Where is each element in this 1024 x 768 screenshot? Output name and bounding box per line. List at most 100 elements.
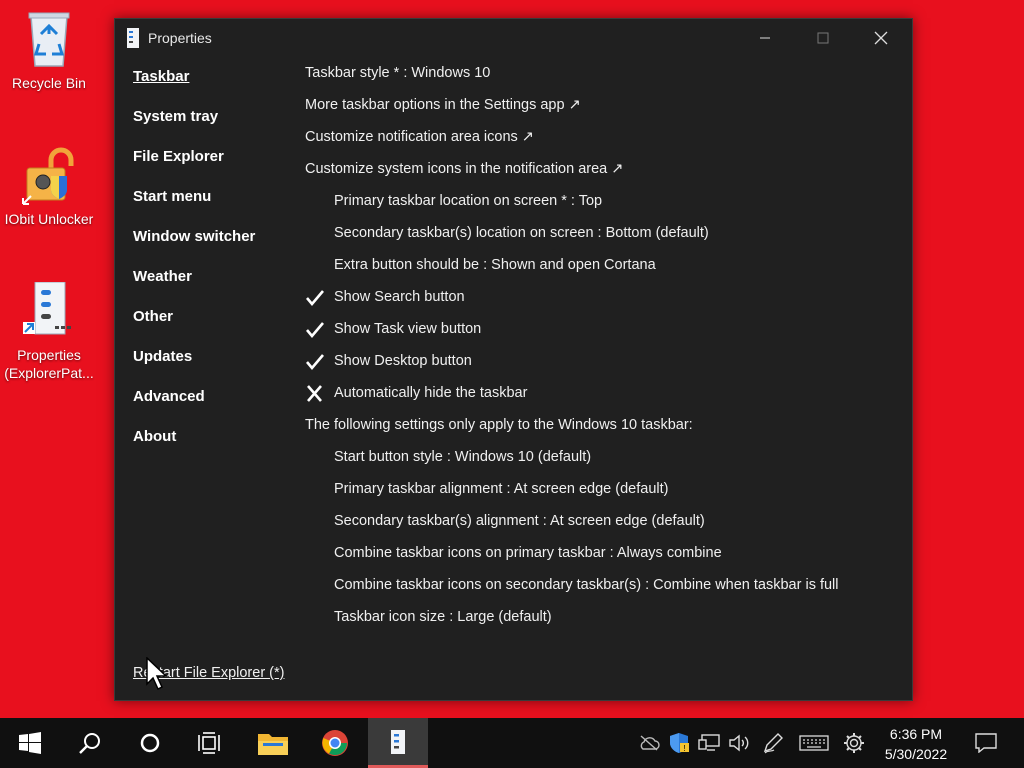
section-heading: The following settings only apply to the… <box>305 417 693 433</box>
toggle-show-task-view-button[interactable]: Show Task view button <box>305 321 895 353</box>
properties-app-icon <box>126 28 140 48</box>
setting-label: Show Desktop button <box>334 353 472 369</box>
desktop-icon-iobit-unlocker[interactable]: IObit Unlocker <box>0 146 99 228</box>
setting-label: Customize system icons in the notificati… <box>305 161 624 177</box>
task-view-icon <box>198 732 220 754</box>
setting-label: Primary taskbar alignment : At screen ed… <box>334 481 669 497</box>
maximize-icon <box>817 32 829 44</box>
unlock-icon <box>21 146 77 206</box>
setting-label: Secondary taskbar(s) location on screen … <box>334 225 709 241</box>
tray-volume[interactable] <box>724 718 754 768</box>
setting-secondary-taskbar-location[interactable]: Secondary taskbar(s) location on screen … <box>305 225 895 257</box>
sidebar-item-taskbar[interactable]: Taskbar <box>133 69 293 109</box>
mouse-cursor-icon <box>146 657 168 691</box>
taskbar-chrome[interactable] <box>305 718 365 768</box>
taskbar-file-explorer[interactable] <box>243 718 303 768</box>
close-button[interactable] <box>852 19 910 57</box>
properties-icon <box>21 281 77 342</box>
setting-label: Show Task view button <box>334 321 482 337</box>
setting-label: Combine taskbar icons on primary taskbar… <box>334 545 722 561</box>
sidebar-item-about[interactable]: About <box>133 429 293 469</box>
network-icon <box>698 734 720 751</box>
cloud-offline-icon <box>640 735 660 751</box>
setting-primary-alignment[interactable]: Primary taskbar alignment : At screen ed… <box>305 481 895 513</box>
setting-taskbar-style[interactable]: Taskbar style * : Windows 10 <box>305 65 895 97</box>
tray-pen[interactable] <box>758 718 788 768</box>
desktop-icon-label: Recycle Bin <box>12 75 86 91</box>
desktop-icon-label: IObit Unlocker <box>4 211 94 227</box>
checkmark-icon <box>306 354 324 371</box>
sidebar-item-other[interactable]: Other <box>133 309 293 349</box>
sidebar: Taskbar System tray File Explorer Start … <box>133 69 293 469</box>
window-titlebar[interactable]: Properties <box>115 19 912 57</box>
action-center-button[interactable] <box>966 718 1006 768</box>
minimize-icon <box>760 37 770 39</box>
setting-extra-button[interactable]: Extra button should be : Shown and open … <box>305 257 895 289</box>
setting-label: Show Search button <box>334 289 465 305</box>
setting-label: Taskbar style * : Windows 10 <box>305 65 491 81</box>
setting-primary-taskbar-location[interactable]: Primary taskbar location on screen * : T… <box>305 193 895 225</box>
properties-window: Properties Taskbar System tray File Expl… <box>114 18 913 701</box>
toggle-show-search-button[interactable]: Show Search button <box>305 289 895 321</box>
setting-label: Customize notification area icons ↗ <box>305 129 534 145</box>
tray-onedrive[interactable] <box>634 718 664 768</box>
setting-label: Automatically hide the taskbar <box>334 385 528 401</box>
section-heading-windows10: The following settings only apply to the… <box>305 417 895 449</box>
sidebar-item-updates[interactable]: Updates <box>133 349 293 389</box>
task-view-button[interactable] <box>180 718 240 768</box>
setting-label: Secondary taskbar(s) alignment : At scre… <box>334 513 705 529</box>
setting-label: Taskbar icon size : Large (default) <box>334 609 552 625</box>
setting-label: Combine taskbar icons on secondary taskb… <box>334 577 839 593</box>
sidebar-item-file-explorer[interactable]: File Explorer <box>133 149 293 189</box>
settings-list: Taskbar style * : Windows 10 More taskba… <box>305 65 895 641</box>
taskbar-clock[interactable]: 6:36 PM 5/30/2022 <box>870 724 962 764</box>
clock-date: 5/30/2022 <box>884 746 948 762</box>
sidebar-item-system-tray[interactable]: System tray <box>133 109 293 149</box>
recycle-bin-icon <box>21 10 77 70</box>
sidebar-item-weather[interactable]: Weather <box>133 269 293 309</box>
gear-icon <box>844 733 864 753</box>
maximize-button[interactable] <box>794 19 852 57</box>
sidebar-item-window-switcher[interactable]: Window switcher <box>133 229 293 269</box>
checkmark-icon <box>306 290 324 307</box>
toggle-show-desktop-button[interactable]: Show Desktop button <box>305 353 895 385</box>
shield-icon: ! <box>670 733 689 753</box>
setting-label: Extra button should be : Shown and open … <box>334 257 656 273</box>
setting-label: Start button style : Windows 10 (default… <box>334 449 592 465</box>
volume-icon <box>729 734 749 752</box>
setting-secondary-alignment[interactable]: Secondary taskbar(s) alignment : At scre… <box>305 513 895 545</box>
setting-label: More taskbar options in the Settings app… <box>305 97 581 113</box>
sidebar-item-start-menu[interactable]: Start menu <box>133 189 293 229</box>
search-button[interactable] <box>60 718 120 768</box>
pen-icon <box>763 733 783 754</box>
setting-icon-size[interactable]: Taskbar icon size : Large (default) <box>305 609 895 641</box>
svg-text:!: ! <box>683 744 685 753</box>
keyboard-icon <box>799 735 829 751</box>
setting-start-button-style[interactable]: Start button style : Windows 10 (default… <box>305 449 895 481</box>
tray-settings[interactable] <box>839 718 869 768</box>
notification-icon <box>975 733 997 753</box>
setting-label: Primary taskbar location on screen * : T… <box>334 193 603 209</box>
setting-combine-primary[interactable]: Combine taskbar icons on primary taskbar… <box>305 545 895 577</box>
chrome-icon <box>322 730 348 756</box>
close-icon <box>874 31 888 45</box>
link-system-icons[interactable]: Customize system icons in the notificati… <box>305 161 895 193</box>
start-button[interactable] <box>0 718 60 768</box>
minimize-button[interactable] <box>736 19 794 57</box>
tray-security[interactable]: ! <box>664 718 694 768</box>
link-more-taskbar-options[interactable]: More taskbar options in the Settings app… <box>305 97 895 129</box>
cross-icon <box>307 385 322 402</box>
desktop-icon-recycle-bin[interactable]: Recycle Bin <box>0 10 99 92</box>
toggle-auto-hide-taskbar[interactable]: Automatically hide the taskbar <box>305 385 895 417</box>
sidebar-item-advanced[interactable]: Advanced <box>133 389 293 429</box>
desktop-icon-label: Properties (ExplorerPat... <box>4 347 94 381</box>
clock-time: 6:36 PM <box>889 726 943 742</box>
tray-touch-keyboard[interactable] <box>796 718 832 768</box>
desktop-icon-properties[interactable]: Properties (ExplorerPat... <box>0 281 99 382</box>
tray-network[interactable] <box>694 718 724 768</box>
setting-combine-secondary[interactable]: Combine taskbar icons on secondary taskb… <box>305 577 895 609</box>
link-notification-area-icons[interactable]: Customize notification area icons ↗ <box>305 129 895 161</box>
taskbar-properties[interactable] <box>368 718 428 768</box>
cortana-button[interactable] <box>120 718 180 768</box>
window-title: Properties <box>148 30 212 46</box>
